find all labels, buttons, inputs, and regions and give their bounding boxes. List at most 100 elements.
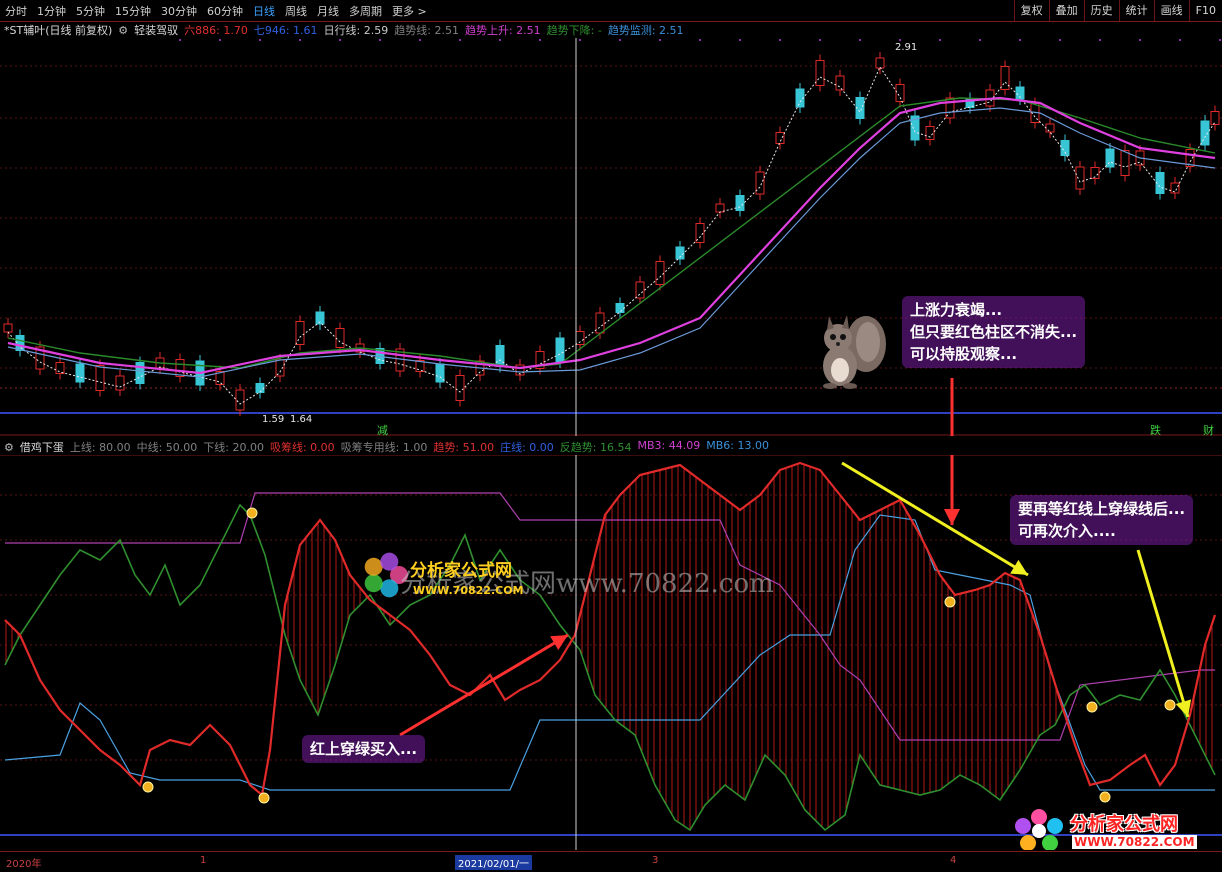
- period-tab[interactable]: 60分钟: [202, 3, 248, 19]
- signal-dot: [1059, 39, 1061, 41]
- signal-dot: [499, 39, 501, 41]
- main-indicator-value: 趋势监测: 2.51: [607, 24, 684, 37]
- candle-body: [875, 57, 885, 69]
- candle-body: [75, 363, 85, 383]
- candle-body: [1210, 111, 1220, 125]
- candle-body: [595, 312, 605, 334]
- main-indicator-name[interactable]: 轻装驾驭: [134, 22, 178, 38]
- candle-body: [655, 261, 665, 285]
- reduce-marker: 减: [377, 424, 388, 436]
- period-tabs: 分时 1分钟 5分钟 15分钟 30分钟 60分钟 日线 周线 月线 多周期 更多 >: [0, 3, 432, 19]
- time-label-apr: 4: [950, 855, 957, 866]
- period-tab[interactable]: 日线: [248, 3, 280, 19]
- candle-body: [1075, 166, 1085, 190]
- candle-body: [95, 365, 105, 391]
- sub-indicator-value: MB6: 13.00: [706, 439, 769, 452]
- signal-dot: [1219, 39, 1221, 41]
- sub-indicator-values: 上线: 80.00 中线: 50.00 下线: 20.00 吸筹线: 0.00 吸筹专用…: [70, 439, 775, 455]
- main-indicator-value: 七946: 1.61: [253, 24, 318, 37]
- low-price-label-2: 1.64: [290, 414, 312, 425]
- candle-body: [775, 132, 785, 144]
- annotation-reentry: 要再等红线上穿绿线后... 可再次介入....: [1010, 495, 1194, 545]
- sub-indicator-value: 吸筹专用线: 1.00: [340, 441, 428, 454]
- fall-marker: 跌: [1150, 423, 1161, 436]
- signal-dot: [699, 39, 701, 41]
- main-indicator-value: 趋势下降: -: [546, 24, 602, 37]
- candle-body: [15, 335, 25, 351]
- period-tab[interactable]: 30分钟: [156, 3, 202, 19]
- main-indicator-values: 六886: 1.70 七946: 1.61 日行线: 2.59 趋势线: 2.51 趋势…: [184, 22, 689, 38]
- toolbar-button[interactable]: 叠加: [1048, 0, 1084, 21]
- signal-dot: [659, 39, 661, 41]
- toolbar-right-buttons: 复权 叠加 历史 统计 画线 F10: [1013, 0, 1222, 21]
- period-toolbar: 分时 1分钟 5分钟 15分钟 30分钟 60分钟 日线 周线 月线 多周期 更多 > 复权 叠加 历史…: [0, 0, 1222, 22]
- period-tab[interactable]: 月线: [312, 3, 344, 19]
- site-logo: 分析家公式网 WWW.70822.COM: [1012, 808, 1217, 850]
- candle-body: [1000, 66, 1010, 90]
- signal-dot: [379, 39, 381, 41]
- logo-url: WWW.70822.COM: [1072, 835, 1197, 849]
- main-indicator-value: 日行线: 2.59: [323, 24, 389, 37]
- annotation-buy-line1: 红上穿绿买入...: [310, 740, 418, 758]
- period-tab[interactable]: 多周期: [344, 3, 387, 19]
- indicator-settings-icon[interactable]: ⚙: [118, 24, 128, 37]
- candle-body: [495, 345, 505, 367]
- sell-marker: 财: [1203, 423, 1214, 436]
- coin-signal-icon: [1099, 791, 1111, 803]
- sub-indicator-value: MB3: 44.09: [637, 439, 701, 452]
- annotation-hold-line1: 上涨力衰竭...: [910, 301, 1003, 319]
- sub-indicator-name[interactable]: 借鸡下蛋: [20, 439, 64, 455]
- period-tab[interactable]: 15分钟: [110, 3, 156, 19]
- sub-indicator-value: 中线: 50.00: [136, 441, 198, 454]
- sub-indicator-settings-icon[interactable]: ⚙: [4, 441, 14, 454]
- signal-dot: [979, 39, 981, 41]
- candle-body: [3, 323, 13, 333]
- candle-body: [1060, 140, 1070, 156]
- period-tab[interactable]: 更多 >: [387, 3, 432, 19]
- candle-body: [635, 281, 645, 299]
- signal-dot: [219, 39, 221, 41]
- toolbar-button[interactable]: F10: [1188, 0, 1222, 21]
- toolbar-button[interactable]: 画线: [1153, 0, 1189, 21]
- signal-dot: [579, 39, 581, 41]
- signal-dot: [1019, 39, 1021, 41]
- signal-dot: [419, 39, 421, 41]
- annotation-reentry-line1: 要再等红线上穿绿线后...: [1018, 500, 1186, 518]
- annotation-hold-line2: 但只要红色柱区不消失...: [910, 323, 1078, 341]
- toolbar-button[interactable]: 复权: [1013, 0, 1049, 21]
- period-tab[interactable]: 分时: [0, 3, 32, 19]
- signal-dot: [1099, 39, 1101, 41]
- candle-body: [835, 75, 845, 91]
- sub-indicator-value: 庄线: 0.00: [500, 441, 554, 454]
- stock-name: *ST辅叶(日线 前复权): [4, 24, 113, 37]
- time-label-selected[interactable]: 2021/02/01/一: [455, 855, 533, 870]
- main-indicator-value: 六886: 1.70: [184, 24, 248, 37]
- signal-dot: [539, 39, 541, 41]
- period-tab[interactable]: 1分钟: [32, 3, 71, 19]
- coin-signal-icon: [944, 596, 956, 608]
- sub-indicator-value: 上线: 80.00: [69, 441, 131, 454]
- signal-dot: [859, 39, 861, 41]
- annotation-reentry-line2: 可再次介入....: [1018, 522, 1116, 540]
- main-indicator-value: 趋势线: 2.51: [394, 24, 459, 37]
- squirrel-mascot-icon: [823, 315, 886, 389]
- watermark-flower-icon: [380, 552, 399, 571]
- toolbar-button[interactable]: 历史: [1083, 0, 1119, 21]
- signal-dot: [259, 39, 261, 41]
- red-hold-arrow-head: [944, 509, 960, 525]
- sub-indicator-value: 吸筹线: 0.00: [269, 441, 335, 454]
- blue-line: [4, 514, 1215, 791]
- candlestick-chart[interactable]: 2.91 1.59 1.64 减 跌 财: [0, 38, 1222, 436]
- toolbar-button[interactable]: 统计: [1118, 0, 1154, 21]
- candle-body: [55, 362, 65, 374]
- time-label-jan: 1: [200, 855, 207, 866]
- flower-logo-icon: [1015, 809, 1063, 850]
- candle-body: [925, 126, 935, 140]
- coin-signal-icon: [258, 792, 270, 804]
- annotation-hold: 上涨力衰竭... 但只要红色柱区不消失... 可以持股观察...: [902, 296, 1086, 368]
- low-price-label: 1.59: [262, 414, 284, 425]
- period-tab[interactable]: 5分钟: [71, 3, 110, 19]
- period-tab[interactable]: 周线: [280, 3, 312, 19]
- watermark-logo-name: 分析家公式网: [410, 561, 512, 581]
- sub-chart-info: ⚙ 借鸡下蛋 上线: 80.00 中线: 50.00 下线: 20.00 吸筹线: 0…: [4, 439, 781, 455]
